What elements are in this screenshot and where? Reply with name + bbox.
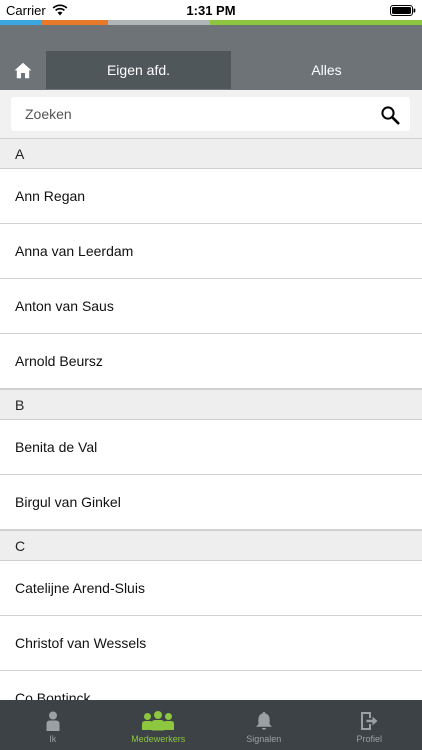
section-header-b: B [0,389,422,420]
employee-row[interactable]: Arnold Beursz [0,334,422,389]
group-icon [142,711,175,731]
tab-profiel-label: Profiel [356,734,382,744]
battery-icon [390,5,416,16]
employee-name: Benita de Val [15,439,98,455]
bell-icon [255,712,272,730]
employee-name: Christof van Wessels [15,635,147,651]
tab-alles-label: Alles [311,62,342,78]
tab-profiel[interactable]: Profiel [317,700,422,750]
tab-ik[interactable]: Ik [0,700,106,750]
employee-name: Catelijne Arend-Sluis [15,580,145,596]
home-icon [14,62,32,78]
search-bar [0,90,422,138]
employee-row[interactable]: Anton van Saus [0,279,422,334]
employee-name: Birgul van Ginkel [15,494,121,510]
tab-alles[interactable]: Alles [231,51,422,89]
header: Eigen afd. Alles [0,25,422,90]
employee-row[interactable]: Catelijne Arend-Sluis [0,561,422,616]
employee-row[interactable]: Co Bontinck [0,671,422,700]
search-box [11,97,410,131]
tab-medewerkers-label: Medewerkers [131,734,186,744]
search-icon[interactable] [380,105,400,125]
employee-name: Anna van Leerdam [15,243,134,259]
employee-name: Arnold Beursz [15,353,103,369]
tab-signalen-label: Signalen [246,734,282,744]
section-header-a: A [0,138,422,169]
employee-list[interactable]: A Ann Regan Anna van Leerdam Anton van Saus… [0,138,422,700]
tab-bar: Ik Medewerkers Signalen Profiel [0,700,422,750]
employee-row[interactable]: Ann Regan [0,169,422,224]
tab-eigen-afd-label: Eigen afd. [106,62,171,78]
status-bar: Carrier 1:31 PM [0,0,422,20]
section-header-c: C [0,530,422,561]
employee-row[interactable]: Anna van Leerdam [0,224,422,279]
logout-icon [361,712,378,730]
employee-name: Anton van Saus [15,298,114,314]
tab-signalen[interactable]: Signalen [211,700,317,750]
employee-name: Ann Regan [15,188,86,204]
home-button[interactable] [0,51,46,89]
employee-row[interactable]: Birgul van Ginkel [0,475,422,530]
status-time: 1:31 PM [186,3,236,18]
tab-ik-label: Ik [49,734,57,744]
tab-medewerkers[interactable]: Medewerkers [106,700,212,750]
employee-row[interactable]: Christof van Wessels [0,616,422,671]
tab-eigen-afd[interactable]: Eigen afd. [46,51,231,89]
employee-name: Co Bontinck [15,690,91,700]
search-input[interactable] [25,97,365,131]
employee-row[interactable]: Benita de Val [0,420,422,475]
person-icon [46,711,60,731]
